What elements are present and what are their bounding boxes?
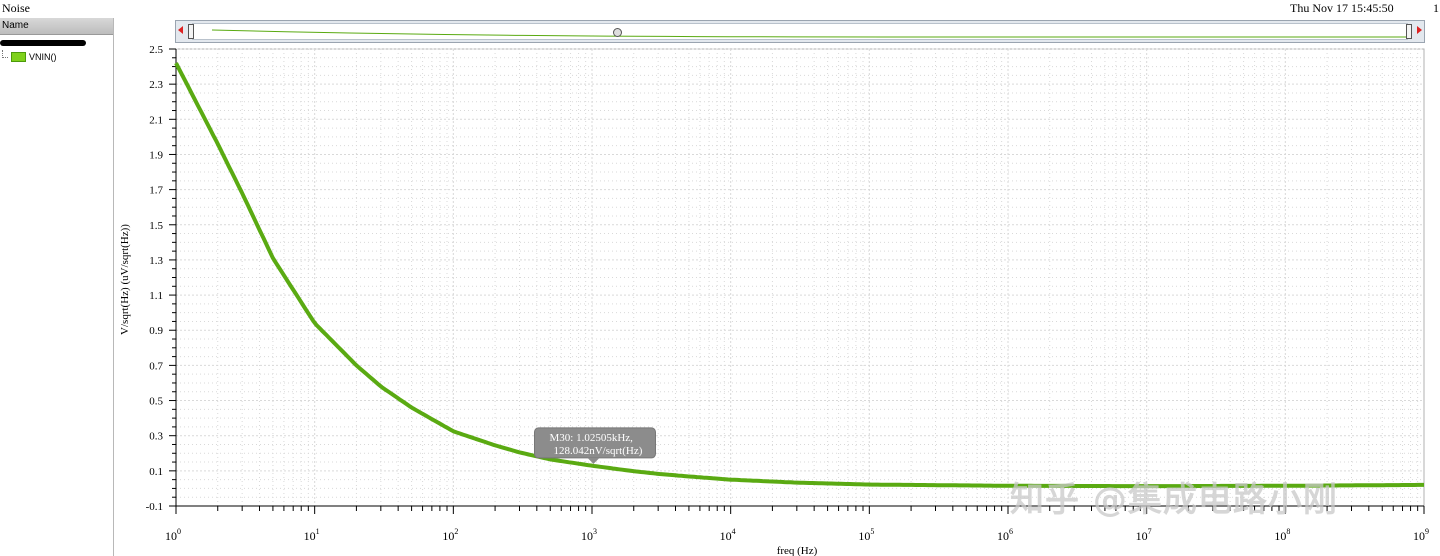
y-tick-label: 2.5	[149, 44, 163, 56]
series-layer	[174, 62, 1424, 489]
x-tick-label: 109	[1413, 527, 1429, 543]
y-tick-label: 0.1	[149, 466, 163, 478]
y-tick-label: 1.7	[149, 185, 163, 197]
watermark: 知乎 @集成电路小刚	[1010, 480, 1338, 520]
x-tick-label: 107	[1136, 527, 1152, 543]
x-tick-label: 106	[997, 527, 1013, 543]
x-tick-label: 102	[442, 527, 458, 543]
x-tick-label: 100	[165, 527, 181, 543]
y-tick-label: 0.5	[149, 396, 163, 408]
x-axis-label: freq (Hz)	[777, 545, 818, 556]
x-tick-label: 108	[1274, 527, 1290, 543]
y-tick-label: 2.3	[149, 79, 163, 91]
y-tick-label: -0.1	[146, 501, 163, 513]
y-tick-label: 0.3	[149, 431, 163, 443]
x-tick-label: 103	[581, 527, 597, 543]
y-axis-label: V/sqrt(Hz) (uV/sqrt(Hz))	[119, 224, 131, 335]
marker-text-line2: 128.042nV/sqrt(Hz)	[553, 445, 642, 457]
x-tick-label: 105	[858, 527, 874, 543]
y-tick-label: 1.9	[149, 149, 163, 161]
y-tick-label: 1.5	[149, 220, 163, 232]
grid	[175, 48, 1425, 507]
x-tick-label: 104	[720, 527, 736, 543]
marker-pointer-icon	[587, 457, 600, 464]
y-tick-label: 2.1	[149, 114, 163, 126]
y-tick-label: 0.9	[149, 325, 163, 337]
x-tick-label: 101	[304, 527, 320, 543]
marker-text-line1: M30: 1.02505kHz,	[549, 432, 633, 444]
series-line-vnin	[174, 62, 1424, 489]
y-tick-label: 1.3	[149, 255, 163, 267]
y-tick-label: 0.7	[149, 360, 163, 372]
y-tick-label: 1.1	[149, 290, 163, 302]
